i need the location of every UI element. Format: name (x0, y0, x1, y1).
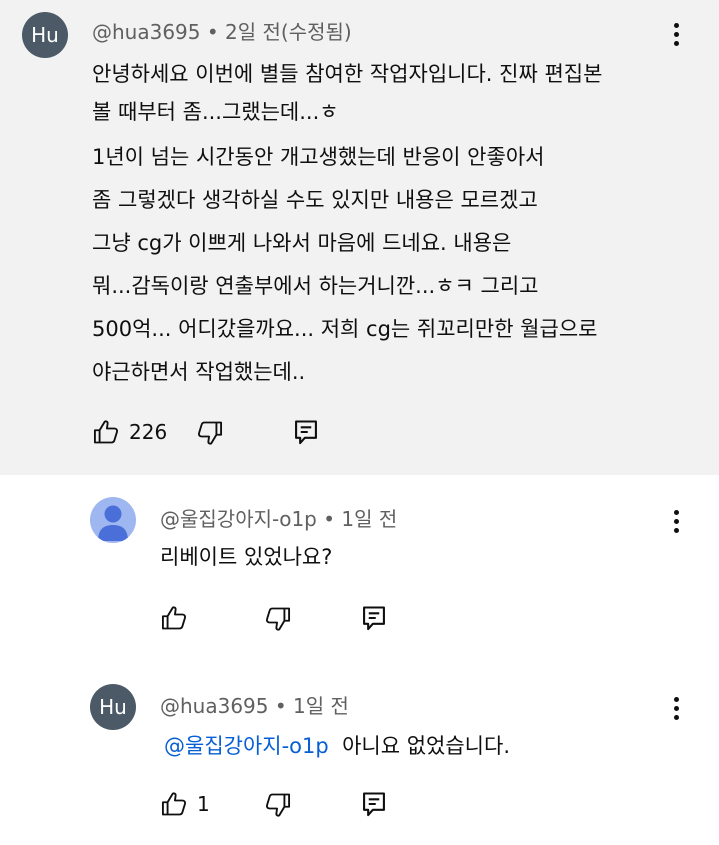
thumb-up-icon[interactable] (92, 418, 120, 446)
meta-separator: • (206, 20, 219, 44)
avatar-initials: Hu (99, 695, 127, 719)
more-vert-icon[interactable] (664, 693, 688, 723)
thumb-up-icon[interactable] (160, 604, 188, 632)
like-count: 226 (129, 420, 168, 444)
avatar[interactable]: Hu (90, 684, 136, 730)
avatar[interactable]: Hu (22, 12, 68, 58)
reply-icon[interactable] (360, 790, 388, 818)
author-handle[interactable]: @hua3695 (92, 20, 201, 44)
thumb-up-icon[interactable] (160, 790, 188, 818)
reply-text: 아니요 없었습니다. (342, 734, 510, 758)
comment-timestamp[interactable]: 1일 전 (341, 507, 397, 531)
comment-text-line: 좀 그렇겠다 생각하실 수도 있지만 내용은 모르겠고 (92, 188, 538, 212)
meta-separator: • (274, 694, 287, 718)
comment-text: @울집강아지-o1p 아니요 없었습니다. (164, 730, 510, 760)
more-vert-icon[interactable] (664, 506, 688, 536)
comment-text: 리베이트 있었나요? (160, 545, 333, 569)
comment-timestamp[interactable]: 1일 전 (293, 694, 349, 718)
thumb-down-icon[interactable] (264, 791, 292, 819)
meta-separator: • (323, 507, 336, 531)
avatar-initials: Hu (31, 23, 59, 47)
highlighted-comment: Hu @hua3695 • 2일 전(수정됨) 안녕하세요 이번에 별들 참여한… (0, 0, 719, 475)
reply-icon[interactable] (360, 604, 388, 632)
comment-header: @hua3695 • 2일 전(수정됨) (92, 16, 352, 45)
thumb-down-icon[interactable] (196, 419, 224, 447)
comment-text-line: 볼 때부터 좀...그랬는데...ㅎ (92, 100, 339, 124)
comment-header: @울집강아지-o1p • 1일 전 (160, 503, 397, 532)
thumb-down-icon[interactable] (264, 605, 292, 633)
comment-text-line: 뭐...감독이랑 연출부에서 하는거니깐...ㅎㅋ 그리고 (92, 274, 539, 298)
mention-link[interactable]: @울집강아지-o1p (164, 734, 329, 758)
author-handle[interactable]: @울집강아지-o1p (160, 507, 317, 531)
comment-timestamp[interactable]: 2일 전(수정됨) (225, 20, 352, 44)
like-count: 1 (197, 792, 210, 816)
comment-text-line: 500억... 어디갔을까요... 저희 cg는 쥐꼬리만한 월급으로 (92, 317, 598, 341)
default-avatar-icon[interactable] (90, 497, 136, 543)
comment-text-line: 야근하면서 작업했는데.. (92, 360, 306, 384)
comment-text-line: 1년이 넘는 시간동안 개고생했는데 반응이 안좋아서 (92, 145, 545, 169)
author-handle[interactable]: @hua3695 (160, 694, 269, 718)
comment-text-line: 그냥 cg가 이쁘게 나와서 마음에 드네요. 내용은 (92, 231, 512, 255)
reply-icon[interactable] (292, 418, 320, 446)
comment-header: @hua3695 • 1일 전 (160, 690, 349, 719)
comment-text-line: 안녕하세요 이번에 별들 참여한 작업자입니다. 진짜 편집본 (92, 62, 603, 86)
more-vert-icon[interactable] (664, 19, 688, 49)
